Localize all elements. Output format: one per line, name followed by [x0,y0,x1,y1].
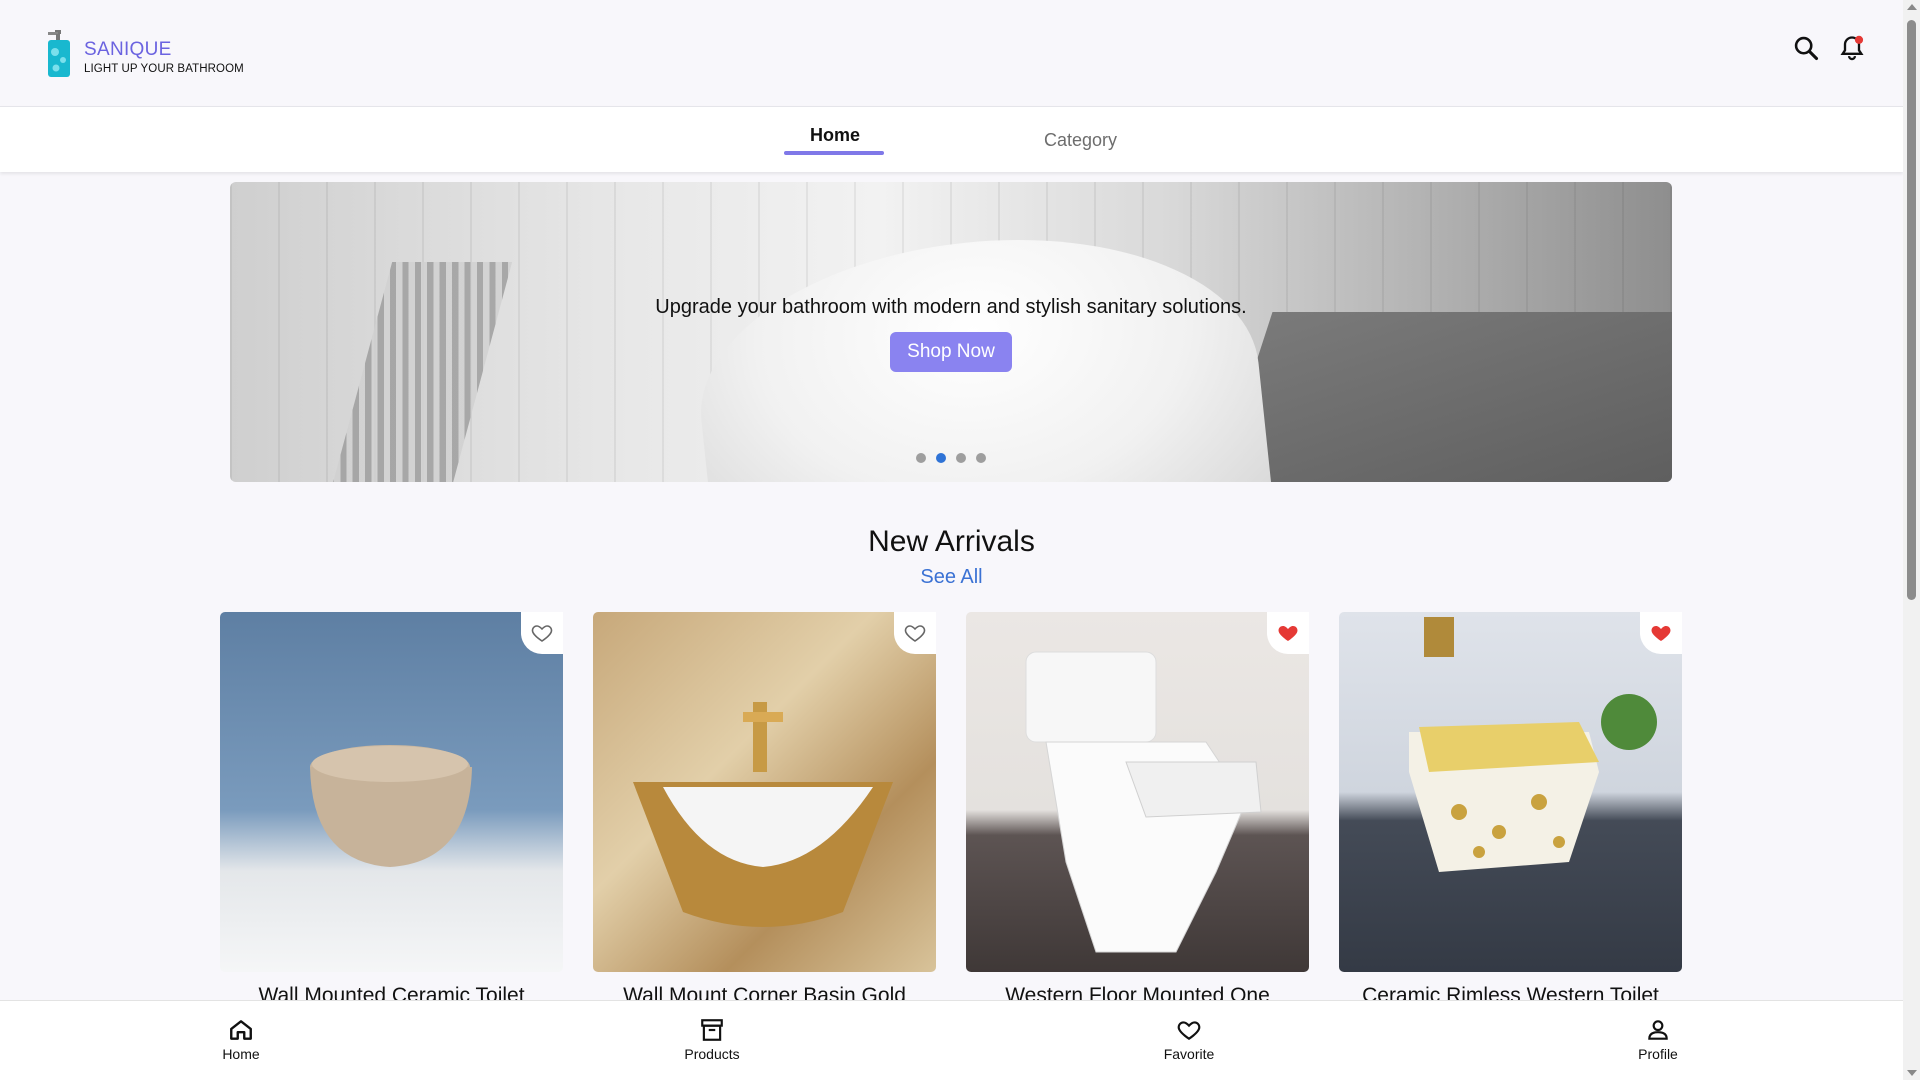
shop-now-button[interactable]: Shop Now [890,332,1012,372]
favorite-heart-filled-icon[interactable] [1640,612,1682,654]
nav-favorite-label: Favorite [1163,1046,1215,1062]
soap-dispenser-logo-icon [44,30,74,78]
bell-icon[interactable] [1838,34,1866,62]
product-image[interactable] [1339,612,1682,972]
carousel-dot[interactable] [956,453,966,463]
bottom-navigation: Home Products Favorite Profile [0,1000,1903,1080]
search-icon[interactable] [1792,34,1820,62]
app-header: SANIQUE LIGHT UP YOUR BATHROOM [0,0,1903,106]
tab-home[interactable]: Home [810,125,860,146]
favorite-heart-outline-icon[interactable] [894,612,936,654]
product-image[interactable] [220,612,563,972]
product-image[interactable] [593,612,936,972]
hero-text: Upgrade your bathroom with modern and st… [655,296,1247,318]
vertical-scrollbar[interactable] [1903,0,1920,1080]
nav-products-label: Products [684,1046,740,1062]
carousel-dot[interactable] [976,453,986,463]
product-card[interactable]: Wall Mounted Ceramic Toilet [220,612,563,1012]
carousel-dot[interactable] [916,453,926,463]
carousel-dot-active[interactable] [936,453,946,463]
logo[interactable]: SANIQUE LIGHT UP YOUR BATHROOM [44,30,244,78]
nav-home-label: Home [222,1046,260,1062]
home-icon [230,1020,252,1040]
nav-home[interactable]: Home [191,1017,291,1062]
scroll-up-arrow-icon[interactable] [1907,4,1917,10]
product-card[interactable]: Ceramic Rimless Western Toilet [1339,612,1682,1012]
tab-category[interactable]: Category [1044,130,1117,151]
nav-profile[interactable]: Profile [1608,1017,1708,1062]
favorite-heart-filled-icon[interactable] [1267,612,1309,654]
brand-name: SANIQUE [84,39,172,60]
carousel-dots [916,453,986,463]
tab-bar: Home Category [0,106,1903,172]
scroll-down-arrow-icon[interactable] [1907,1070,1917,1076]
user-icon [1648,1020,1668,1040]
floor-image [1207,312,1672,482]
product-card[interactable]: Wall Mount Corner Basin Gold [593,612,936,1012]
hero-banner: Upgrade your bathroom with modern and st… [230,182,1672,482]
nav-favorite[interactable]: Favorite [1139,1017,1239,1062]
section-title: New Arrivals [868,525,1035,558]
product-image[interactable] [966,612,1309,972]
favorite-heart-outline-icon[interactable] [521,612,563,654]
product-card[interactable]: Western Floor Mounted One [966,612,1309,1012]
tab-active-indicator [784,151,884,155]
see-all-link[interactable]: See All [0,566,1903,589]
archive-box-icon [701,1019,723,1041]
brand-tagline: LIGHT UP YOUR BATHROOM [84,63,244,75]
nav-products[interactable]: Products [662,1017,762,1062]
nav-profile-label: Profile [1638,1046,1678,1062]
heart-icon [1177,1021,1201,1040]
scrollbar-thumb[interactable] [1907,20,1916,600]
